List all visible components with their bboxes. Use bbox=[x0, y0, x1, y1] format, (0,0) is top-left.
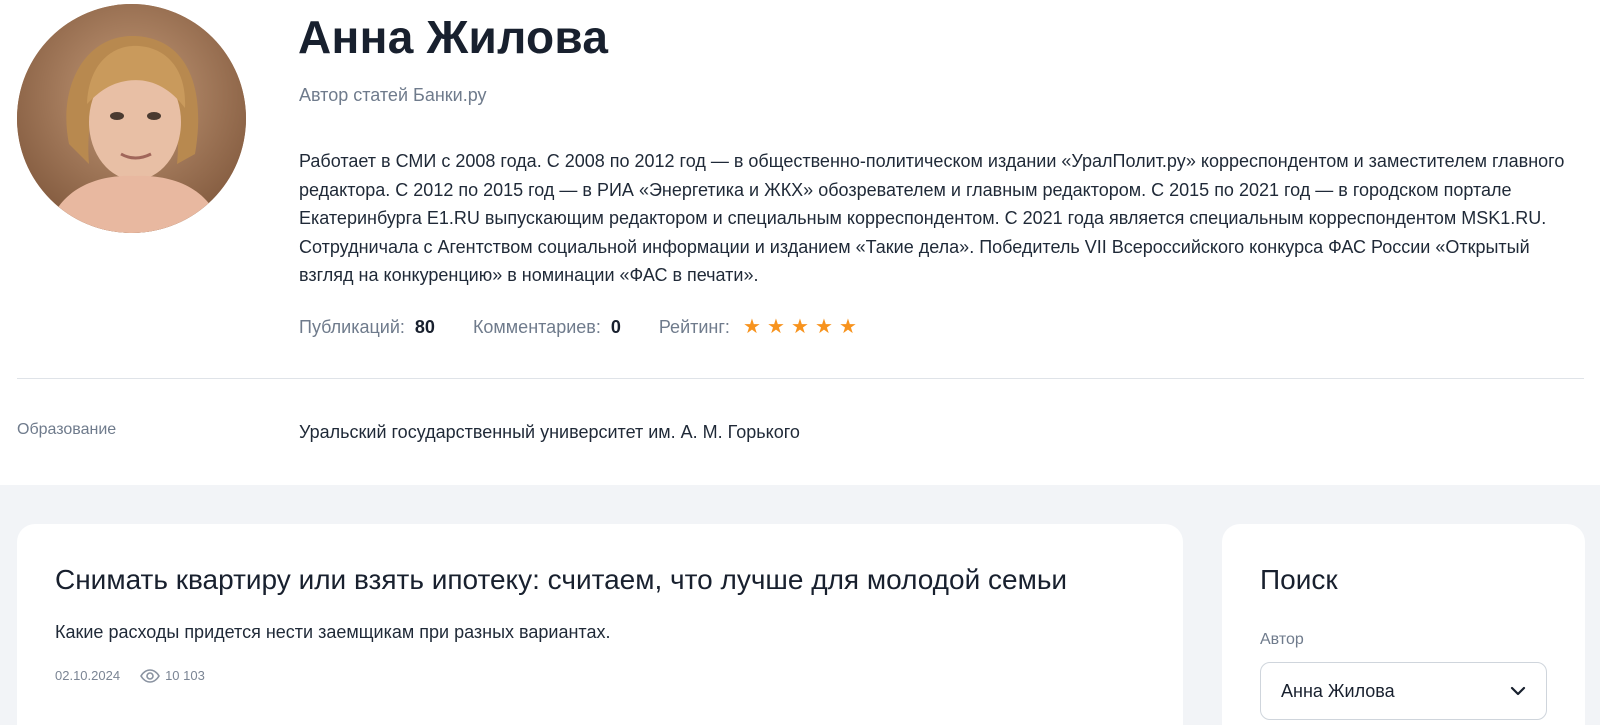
star-icon: ★ bbox=[838, 316, 857, 338]
star-icon: ★ bbox=[742, 316, 761, 338]
article-card[interactable]: Снимать квартиру или взять ипотеку: счит… bbox=[17, 524, 1183, 725]
publications-stat: Публикаций: 80 bbox=[299, 317, 435, 338]
author-filter-label: Автор bbox=[1260, 631, 1304, 648]
search-title: Поиск bbox=[1260, 564, 1338, 595]
article-date: 02.10.2024 bbox=[55, 668, 121, 683]
article-lead: Какие расходы придется нести заемщикам п… bbox=[55, 622, 611, 642]
chevron-down-icon bbox=[1510, 686, 1526, 696]
star-icon: ★ bbox=[790, 316, 809, 338]
education-value: Уральский государственный университет им… bbox=[299, 422, 800, 442]
article-meta: 02.10.2024 10 103 bbox=[55, 668, 205, 683]
eye-icon bbox=[140, 668, 161, 683]
author-avatar bbox=[17, 4, 246, 233]
education-label: Образование bbox=[17, 421, 117, 438]
author-stats: Публикаций: 80 Комментариев: 0 Рейтинг: … bbox=[299, 316, 898, 338]
comments-label: Комментариев: bbox=[472, 316, 601, 337]
comments-stat: Комментариев: 0 bbox=[473, 317, 621, 338]
author-name: Анна Жилова bbox=[298, 11, 609, 63]
comments-count: 0 bbox=[610, 316, 621, 337]
publications-label: Публикаций: bbox=[299, 316, 405, 337]
author-profile: Анна Жилова Автор статей Банки.ру Работа… bbox=[0, 0, 1600, 485]
author-select-value: Анна Жилова bbox=[1281, 680, 1395, 701]
star-icon: ★ bbox=[766, 316, 785, 338]
rating-label: Рейтинг: bbox=[658, 316, 730, 337]
article-title[interactable]: Снимать квартиру или взять ипотеку: счит… bbox=[55, 564, 1067, 596]
rating-stat: Рейтинг: ★ ★ ★ ★ ★ bbox=[659, 316, 860, 338]
article-views: 10 103 bbox=[165, 668, 205, 683]
author-role: Автор статей Банки.ру bbox=[299, 85, 487, 105]
search-panel: Поиск Автор Анна Жилова bbox=[1222, 524, 1585, 725]
rating-stars: ★ ★ ★ ★ ★ bbox=[740, 316, 860, 338]
star-icon: ★ bbox=[814, 316, 833, 338]
section-divider bbox=[17, 378, 1584, 379]
publications-count: 80 bbox=[414, 316, 435, 337]
author-bio: Работает в СМИ с 2008 года. С 2008 по 20… bbox=[299, 151, 1565, 286]
author-select[interactable]: Анна Жилова bbox=[1260, 662, 1547, 720]
